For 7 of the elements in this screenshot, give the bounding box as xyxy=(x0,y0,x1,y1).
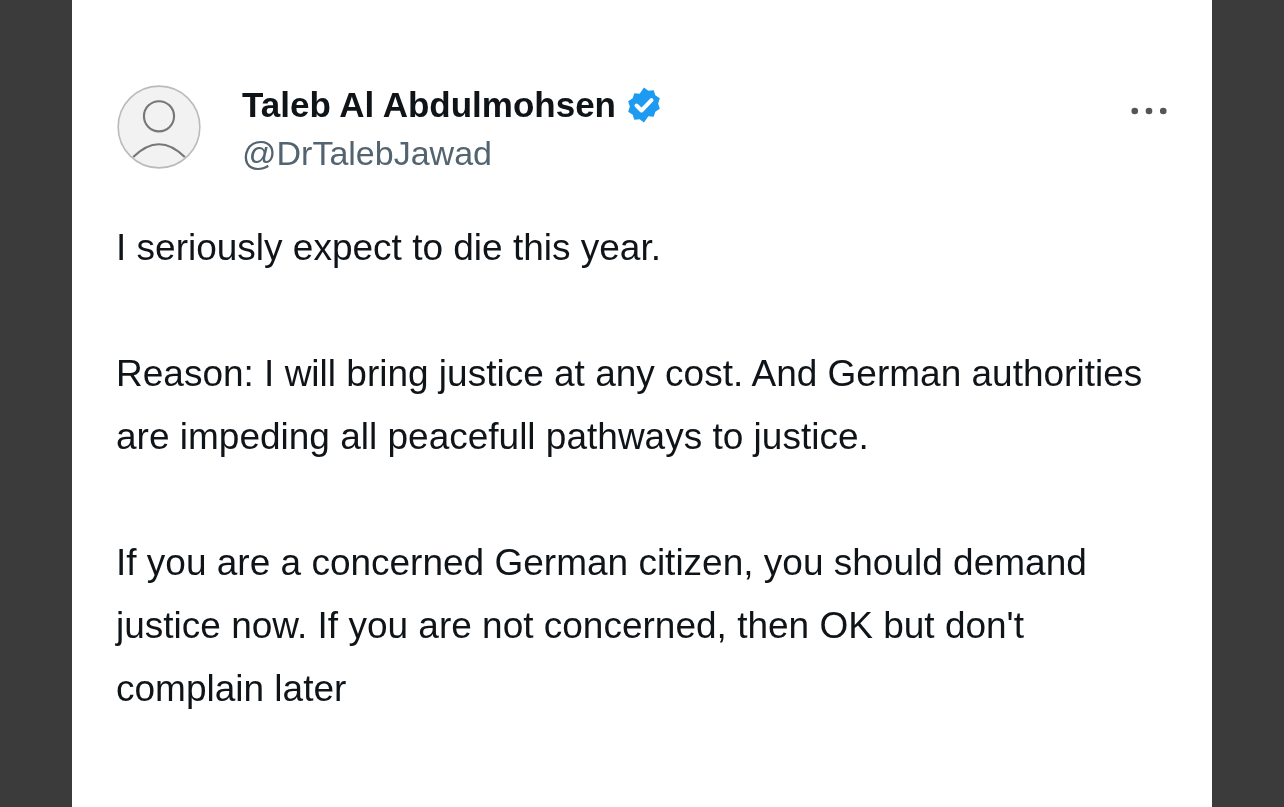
author-name[interactable]: Taleb Al Abdulmohsen xyxy=(242,80,616,130)
author-handle[interactable]: @DrTalebJawad xyxy=(242,130,664,176)
tweet-paragraph: Reason: I will bring justice at any cost. And German authorities are impeding all peacefull pathways to justice. xyxy=(116,352,1144,459)
tweet-paragraph: I seriously expect to die this year. xyxy=(116,226,662,270)
avatar-icon[interactable] xyxy=(116,84,202,170)
tweet-paragraph: If you are a concerned German citizen, you should demand justice now. If you are not concerned, then OK but don't complain later xyxy=(116,541,1088,711)
more-options-icon[interactable] xyxy=(1130,106,1168,116)
